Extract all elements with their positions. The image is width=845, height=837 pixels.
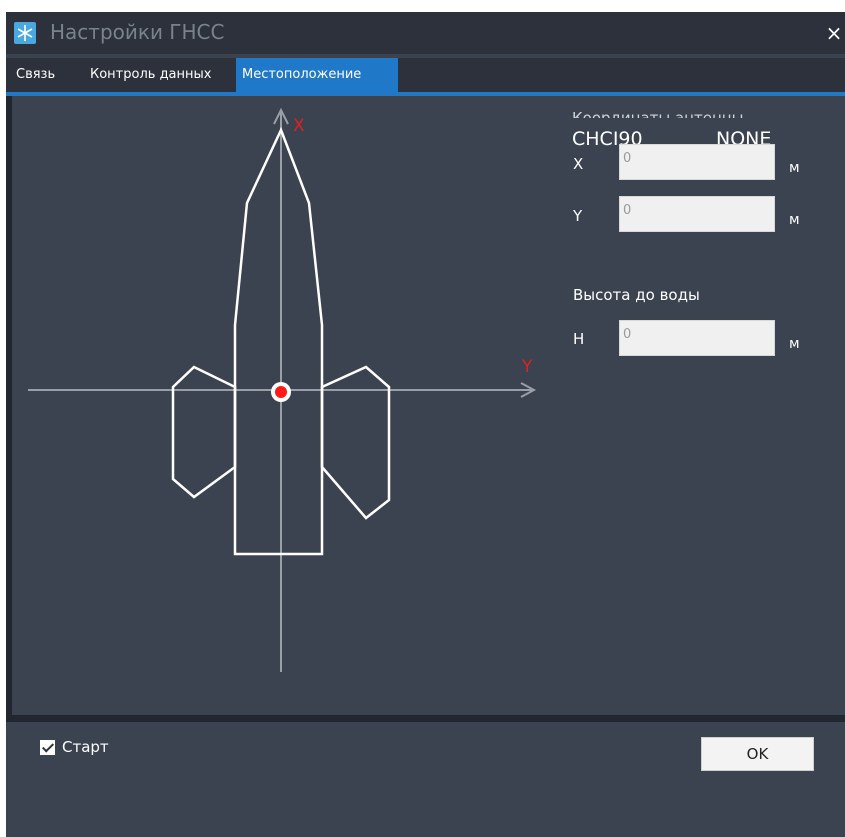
x-axis-label: X — [293, 116, 305, 136]
center-marker-dot — [275, 386, 287, 398]
y-unit: м — [789, 212, 800, 228]
ok-button[interactable]: OK — [701, 737, 814, 771]
water-height-heading: Высота до воды — [573, 286, 700, 304]
h-unit: м — [789, 336, 800, 352]
water-height-input[interactable]: 0 — [619, 320, 775, 356]
start-checkbox[interactable] — [40, 740, 55, 755]
x-unit: м — [789, 160, 800, 176]
gnss-settings-window: Настройки ГНСС × Связь Контроль данных М… — [6, 12, 845, 837]
ship-hull — [233, 126, 324, 556]
ship-left-wing — [171, 365, 237, 499]
start-label: Старт — [62, 738, 109, 756]
x-field-label: X — [573, 155, 584, 173]
y-field-label: Y — [573, 207, 583, 225]
content-bottom-border — [6, 715, 845, 722]
antenna-y-input[interactable]: 0 — [619, 196, 775, 232]
antenna-heading: Координаты антенны — [572, 109, 744, 118]
y-axis-label: Y — [522, 357, 533, 377]
h-field-label: H — [573, 330, 585, 348]
ship-axes-diagram — [28, 107, 537, 672]
antenna-x-input[interactable]: 0 — [619, 144, 775, 180]
